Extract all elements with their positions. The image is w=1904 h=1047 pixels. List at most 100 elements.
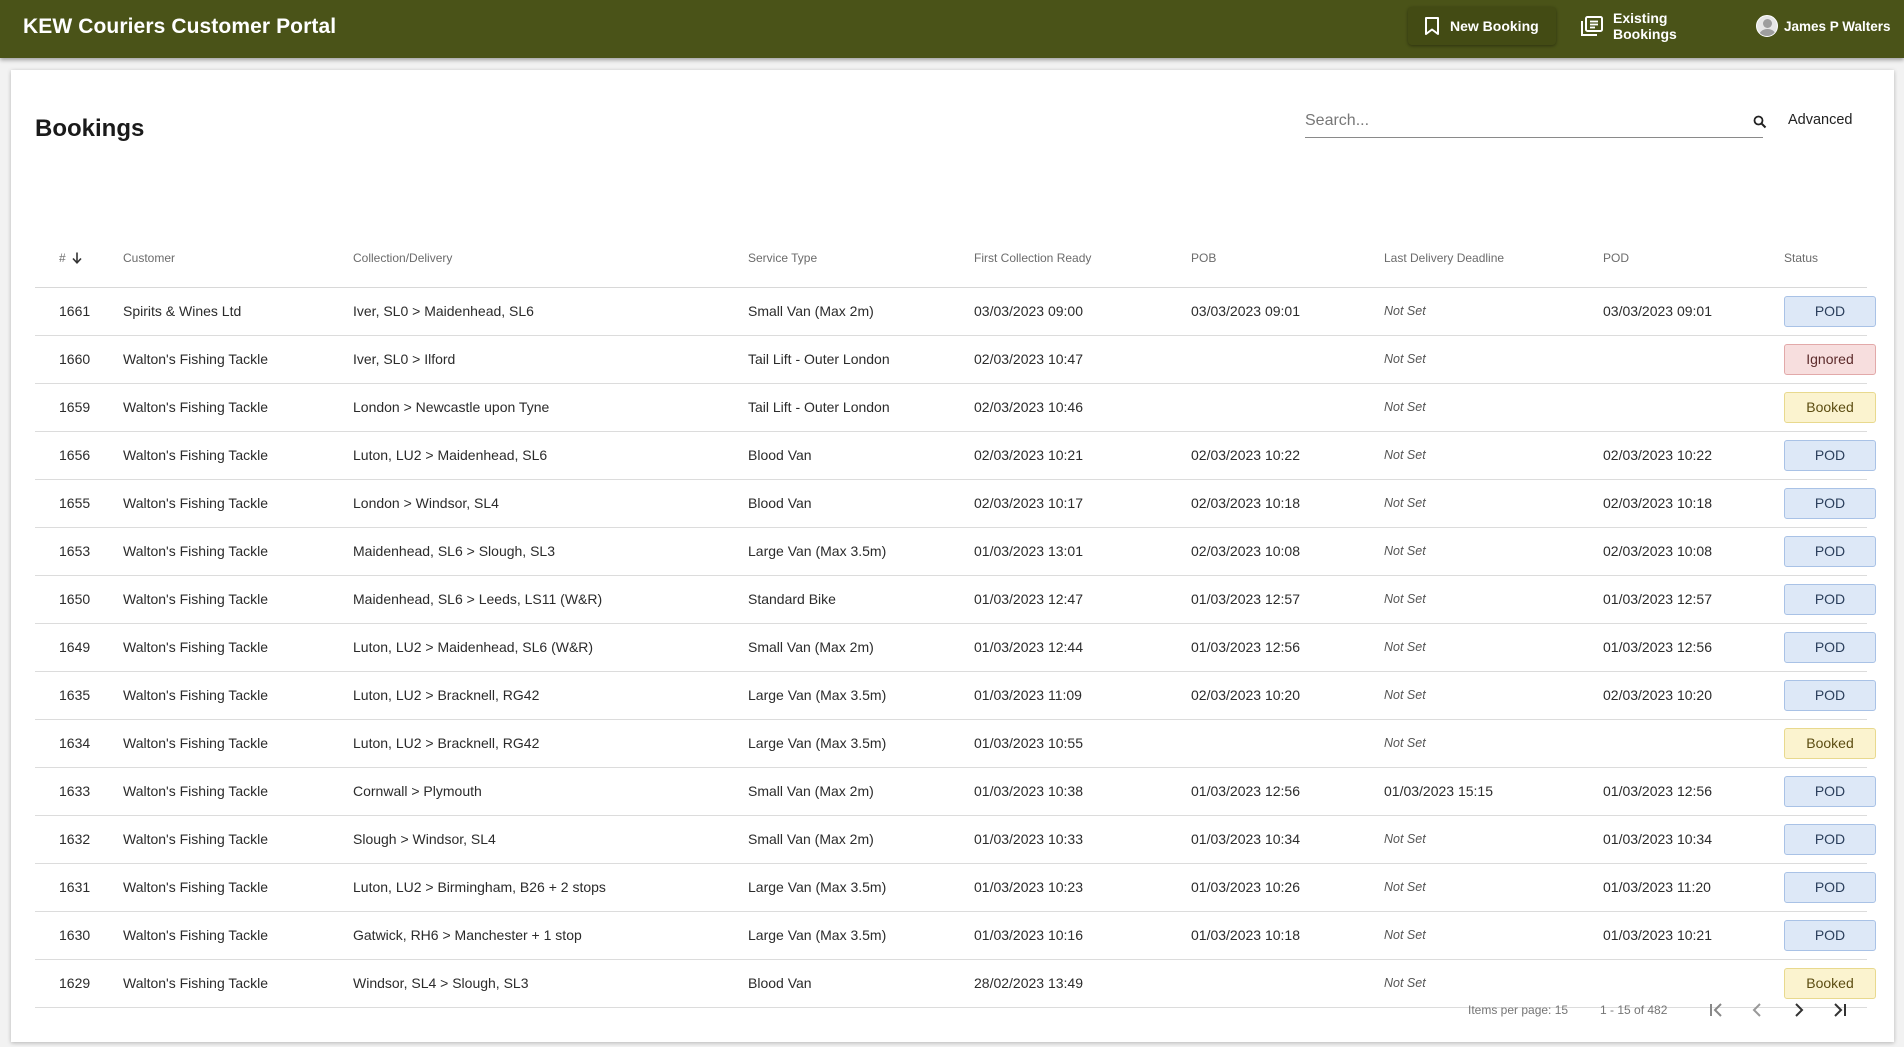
- cell-collection-delivery: Luton, LU2 > Birmingham, B26 + 2 stops: [353, 879, 606, 895]
- status-badge[interactable]: POD: [1784, 488, 1876, 519]
- last-page-button[interactable]: [1826, 997, 1852, 1023]
- table-row[interactable]: 1653 Walton's Fishing Tackle Maidenhead, S…: [35, 528, 1876, 576]
- search-input[interactable]: [1305, 106, 1725, 136]
- chevron-right-icon: [1795, 1003, 1804, 1017]
- header-last-delivery-deadline[interactable]: Last Delivery Deadline: [1384, 251, 1504, 265]
- cell-pob: 03/03/2023 09:01: [1191, 303, 1300, 319]
- cell-pob: 02/03/2023 10:08: [1191, 543, 1300, 559]
- cell-customer: Walton's Fishing Tackle: [123, 447, 269, 463]
- status-badge[interactable]: POD: [1784, 632, 1876, 663]
- cell-first-collection-ready: 02/03/2023 10:47: [974, 351, 1083, 367]
- table-row[interactable]: 1631 Walton's Fishing Tackle Luton, LU2 > …: [35, 864, 1876, 912]
- search-icon[interactable]: [1753, 115, 1767, 129]
- cell-customer: Spirits & Wines Ltd: [123, 303, 242, 319]
- user-menu-button[interactable]: James P Walters: [1742, 7, 1904, 45]
- arrow-down-icon: [72, 252, 82, 264]
- status-badge[interactable]: POD: [1784, 440, 1876, 471]
- header-id[interactable]: #: [59, 251, 82, 265]
- status-badge[interactable]: Booked: [1784, 728, 1876, 759]
- table-row[interactable]: 1660 Walton's Fishing Tackle Iver, SL0 > I…: [35, 336, 1876, 384]
- header-status[interactable]: Status: [1784, 251, 1818, 265]
- header-collection-delivery[interactable]: Collection/Delivery: [353, 251, 452, 265]
- status-badge[interactable]: Booked: [1784, 392, 1876, 423]
- cell-last-delivery-deadline: Not Set: [1384, 832, 1426, 846]
- cell-pod: 03/03/2023 09:01: [1603, 303, 1712, 319]
- header-customer[interactable]: Customer: [123, 251, 175, 265]
- cell-last-delivery-deadline: Not Set: [1384, 592, 1426, 606]
- items-per-page-label: Items per page: 15: [1468, 1003, 1569, 1017]
- cell-service-type: Blood Van: [748, 495, 812, 511]
- cell-pod: 01/03/2023 12:56: [1603, 639, 1712, 655]
- cell-service-type: Large Van (Max 3.5m): [748, 687, 887, 703]
- user-name: James P Walters: [1784, 18, 1891, 34]
- table-row[interactable]: 1659 Walton's Fishing Tackle London > Newc…: [35, 384, 1876, 432]
- cell-first-collection-ready: 02/03/2023 10:17: [974, 495, 1083, 511]
- status-badge[interactable]: Ignored: [1784, 344, 1876, 375]
- cell-pob: 01/03/2023 10:34: [1191, 831, 1300, 847]
- cell-id: 1635: [59, 687, 91, 703]
- cell-first-collection-ready: 01/03/2023 10:55: [974, 735, 1083, 751]
- table-row[interactable]: 1632 Walton's Fishing Tackle Slough > Wind…: [35, 816, 1876, 864]
- cell-first-collection-ready: 01/03/2023 10:33: [974, 831, 1083, 847]
- header-pob[interactable]: POB: [1191, 251, 1216, 265]
- existing-bookings-label: Existing Bookings: [1613, 10, 1677, 42]
- table-row[interactable]: 1630 Walton's Fishing Tackle Gatwick, RH6 …: [35, 912, 1876, 960]
- status-badge[interactable]: POD: [1784, 584, 1876, 615]
- table-row[interactable]: 1661 Spirits & Wines Ltd Iver, SL0 > Maide…: [35, 288, 1876, 336]
- status-badge[interactable]: POD: [1784, 824, 1876, 855]
- chevron-left-icon: [1752, 1003, 1761, 1017]
- header-first-collection-ready[interactable]: First Collection Ready: [974, 251, 1091, 265]
- header-service-type[interactable]: Service Type: [748, 251, 817, 265]
- status-badge[interactable]: POD: [1784, 920, 1876, 951]
- cell-service-type: Large Van (Max 3.5m): [748, 543, 887, 559]
- table-row[interactable]: 1649 Walton's Fishing Tackle Luton, LU2 > …: [35, 624, 1876, 672]
- first-page-button[interactable]: [1704, 997, 1730, 1023]
- new-booking-button[interactable]: New Booking: [1408, 7, 1556, 45]
- status-badge[interactable]: POD: [1784, 776, 1876, 807]
- cell-service-type: Tail Lift - Outer London: [748, 399, 890, 415]
- next-page-button[interactable]: [1786, 997, 1812, 1023]
- status-badge[interactable]: POD: [1784, 536, 1876, 567]
- cell-pod: 01/03/2023 12:57: [1603, 591, 1712, 607]
- cell-last-delivery-deadline: Not Set: [1384, 352, 1426, 366]
- cell-pob: 02/03/2023 10:20: [1191, 687, 1300, 703]
- search-field: [1305, 106, 1767, 138]
- cell-last-delivery-deadline: Not Set: [1384, 448, 1426, 462]
- cell-service-type: Small Van (Max 2m): [748, 783, 874, 799]
- cell-pob: 01/03/2023 10:18: [1191, 927, 1300, 943]
- cell-last-delivery-deadline: Not Set: [1384, 304, 1426, 318]
- cell-pod: 01/03/2023 10:21: [1603, 927, 1712, 943]
- cell-customer: Walton's Fishing Tackle: [123, 831, 269, 847]
- cell-pod: 02/03/2023 10:22: [1603, 447, 1712, 463]
- previous-page-button[interactable]: [1744, 997, 1770, 1023]
- table-row[interactable]: 1634 Walton's Fishing Tackle Luton, LU2 > …: [35, 720, 1876, 768]
- cell-service-type: Blood Van: [748, 447, 812, 463]
- cell-pod: 02/03/2023 10:08: [1603, 543, 1712, 559]
- table-row[interactable]: 1656 Walton's Fishing Tackle Luton, LU2 > …: [35, 432, 1876, 480]
- table-row[interactable]: 1655 Walton's Fishing Tackle London > Wind…: [35, 480, 1876, 528]
- last-page-icon: [1834, 1003, 1846, 1017]
- cell-customer: Walton's Fishing Tackle: [123, 783, 269, 799]
- existing-bookings-button[interactable]: Existing Bookings: [1565, 7, 1735, 45]
- advanced-search-button[interactable]: Advanced: [1788, 112, 1853, 128]
- cell-service-type: Large Van (Max 3.5m): [748, 879, 887, 895]
- cell-id: 1633: [59, 783, 91, 799]
- cell-id: 1631: [59, 879, 91, 895]
- table-row[interactable]: 1635 Walton's Fishing Tackle Luton, LU2 > …: [35, 672, 1876, 720]
- status-badge[interactable]: POD: [1784, 872, 1876, 903]
- header-pod[interactable]: POD: [1603, 251, 1629, 265]
- cell-customer: Walton's Fishing Tackle: [123, 735, 269, 751]
- page-title: Bookings: [35, 115, 145, 142]
- status-badge[interactable]: POD: [1784, 296, 1876, 327]
- table-row[interactable]: 1633 Walton's Fishing Tackle Cornwall > Pl…: [35, 768, 1876, 816]
- cell-id: 1630: [59, 927, 91, 943]
- cell-service-type: Large Van (Max 3.5m): [748, 927, 887, 943]
- cell-id: 1660: [59, 351, 91, 367]
- status-badge[interactable]: POD: [1784, 680, 1876, 711]
- cell-last-delivery-deadline: Not Set: [1384, 736, 1426, 750]
- table-row[interactable]: 1650 Walton's Fishing Tackle Maidenhead, S…: [35, 576, 1876, 624]
- cell-pob: 01/03/2023 12:56: [1191, 783, 1300, 799]
- cell-id: 1653: [59, 543, 91, 559]
- bookings-table: # Customer Collection/Delivery Service T…: [35, 220, 1876, 1008]
- cell-collection-delivery: Luton, LU2 > Bracknell, RG42: [353, 687, 540, 703]
